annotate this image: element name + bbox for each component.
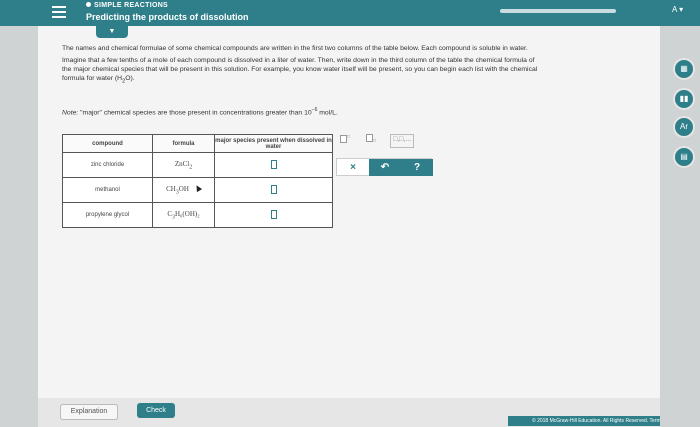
- bottom-bar: Explanation Check © 2018 McGraw-Hill Edu…: [38, 398, 660, 427]
- progress-bar: [500, 9, 616, 13]
- table-row: propylene glycol C3H₆(OH)₂: [62, 202, 333, 228]
- question-panel: ▼ The names and chemical formulae of som…: [38, 26, 660, 398]
- compound-name: propylene glycol: [62, 202, 153, 228]
- answer-cell[interactable]: [214, 177, 333, 203]
- table-row: zinc chloride ZnCl2: [62, 152, 333, 178]
- periodic-table-icon[interactable]: Ar: [673, 116, 695, 138]
- top-bar: SIMPLE REACTIONS Predicting the products…: [0, 0, 700, 26]
- note-unit: mol/L.: [317, 109, 338, 117]
- answer-input[interactable]: [270, 209, 277, 219]
- calculator-icon[interactable]: ▦: [673, 58, 695, 80]
- explanation-button[interactable]: Explanation: [60, 404, 118, 420]
- formula-tail: OH: [178, 184, 189, 193]
- topic-dot-icon: [86, 2, 91, 7]
- compound-name: methanol: [62, 177, 153, 203]
- math-palette: □ □ □,□,... × ↶ ?: [336, 134, 433, 176]
- instructions-line-2: the major chemical species that will be …: [62, 66, 538, 73]
- compound-formula: CH3OH: [152, 177, 215, 203]
- mouse-cursor-icon: [193, 183, 202, 192]
- clear-button[interactable]: ×: [337, 159, 369, 176]
- note-text: Note: "major" chemical species are those…: [62, 106, 654, 117]
- instructions-line-1: Imagine that a few tenths of a mole of e…: [62, 57, 535, 64]
- help-button[interactable]: ?: [401, 159, 433, 176]
- formula-main: ZnCl: [174, 159, 190, 168]
- subscript-button[interactable]: □: [366, 134, 376, 148]
- instructions-line-3-end: O).: [125, 75, 135, 82]
- formula-main: CH: [166, 184, 176, 193]
- answer-input[interactable]: [270, 184, 277, 194]
- topic-text: SIMPLE REACTIONS: [94, 2, 169, 9]
- header-compound: compound: [62, 134, 153, 153]
- check-button[interactable]: Check: [137, 403, 175, 418]
- formula-subscript: 2: [189, 164, 193, 171]
- compound-formula: ZnCl2: [152, 152, 215, 178]
- compound-formula: C3H₆(OH)₂: [152, 202, 215, 228]
- menu-icon[interactable]: [52, 6, 66, 18]
- compound-name: zinc chloride: [62, 152, 153, 178]
- data-icon[interactable]: ▤: [673, 146, 695, 168]
- answer-cell[interactable]: [214, 202, 333, 228]
- account-menu[interactable]: A ▾: [672, 5, 683, 14]
- answer-cell[interactable]: [214, 152, 333, 178]
- list-button[interactable]: □,□,...: [390, 134, 415, 148]
- account-label: A: [672, 5, 677, 14]
- chevron-down-icon[interactable]: ▼: [96, 26, 128, 38]
- note-body: "major" chemical species are those prese…: [78, 109, 312, 117]
- superscript-button[interactable]: □: [340, 134, 350, 148]
- formula-tail: H₆(OH)₂: [174, 209, 200, 218]
- header-major-species: major species present when dissolved in …: [214, 134, 333, 153]
- page-title: Predicting the products of dissolution: [86, 12, 249, 22]
- header-formula: formula: [152, 134, 215, 153]
- note-label: Note:: [62, 109, 79, 117]
- intro-text: The names and chemical formulae of some …: [62, 45, 528, 52]
- chart-icon[interactable]: ▮▮: [673, 88, 695, 110]
- table-row: methanol CH3OH: [62, 177, 333, 203]
- action-bar: × ↶ ?: [336, 158, 433, 176]
- answer-input[interactable]: [270, 159, 277, 169]
- footer-copyright: © 2018 McGraw-Hill Education. All Rights…: [508, 416, 660, 426]
- instructions-line-3: formula for water (H: [62, 75, 123, 82]
- topic-label: SIMPLE REACTIONS: [86, 2, 168, 9]
- compound-table: compound formula major species present w…: [62, 134, 333, 228]
- undo-button[interactable]: ↶: [369, 159, 401, 176]
- instructions-text: Imagine that a few tenths of a mole of e…: [62, 56, 654, 86]
